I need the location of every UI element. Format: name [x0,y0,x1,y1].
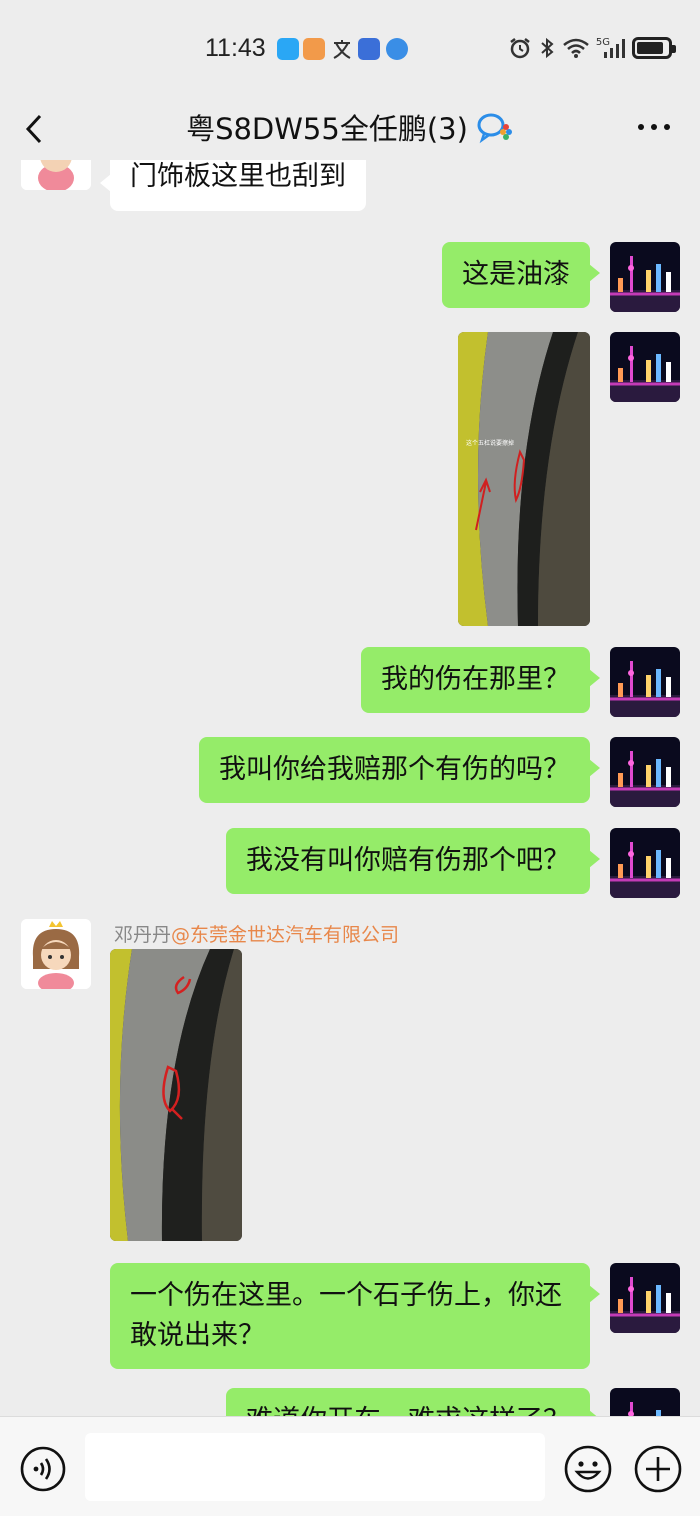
message-text: 我没有叫你赔有伤那个吧？ [246,845,570,876]
status-time: 11:43 [205,34,266,62]
more-dots-icon [638,124,670,130]
avatar-me[interactable] [610,242,680,312]
wecom-group-icon [477,113,512,144]
avatar-other[interactable] [21,919,91,989]
baidu-app-icon [358,38,380,60]
message-bubble[interactable]: 我的伤在那里？ [361,647,600,713]
search-app-icon [277,38,299,60]
avatar-other[interactable] [21,160,91,190]
browser-app-icon [386,38,408,60]
emoji-button[interactable] [564,1445,612,1493]
plus-icon [634,1445,682,1493]
input-bar [0,1416,700,1516]
avatar-me[interactable] [610,647,680,717]
message-bubble[interactable]: 一个伤在这里。一个石子伤上，你还敢说出来？ [110,1263,600,1369]
message-bubble[interactable]: 我叫你给我赔那个有伤的吗？ [199,737,600,803]
message-text: 一个伤在这里。一个石子伤上，你还敢说出来？ [130,1280,562,1351]
avatar-me[interactable] [610,1388,680,1416]
message-text: 难道你开车，难求这样了？ [246,1405,570,1416]
battery-icon [632,37,676,59]
message-bubble[interactable]: 这是油漆 [442,242,600,308]
avatar-me[interactable] [610,828,680,898]
alarm-icon [510,38,530,59]
wen-app-icon [331,38,353,60]
chat-title: 粤S8DW55全任鹏(3) [186,112,468,146]
avatar-me[interactable] [610,332,680,402]
emoji-icon [564,1445,612,1493]
avatar-me[interactable] [610,737,680,807]
voice-input-button[interactable] [20,1446,66,1492]
chat-header: 粤S8DW55全任鹏(3) [0,100,700,160]
more-functions-button[interactable] [634,1445,682,1493]
wifi-icon [563,38,589,58]
more-options-button[interactable] [634,112,674,142]
message-text: 这是油漆 [462,259,570,290]
bluetooth-icon [541,37,554,59]
message-image[interactable] [110,949,242,1241]
status-bar: 11:43 5G [0,0,700,100]
message-text: 我的伤在那里？ [381,664,570,695]
voice-icon [20,1446,66,1492]
message-bubble[interactable]: 我没有叫你赔有伤那个吧？ [226,828,600,894]
message-list[interactable]: 门饰板这里也刮到 这是油漆 这个五杠说要擦掉 我的伤在那里？ 我叫你给我赔那个有… [0,160,700,1416]
message-text: 门饰板这里也刮到 [130,161,346,192]
avatar-me[interactable] [610,1263,680,1333]
sender-line: 邓丹丹@东莞金世达汽车有限公司 [114,920,399,947]
message-input[interactable] [85,1433,545,1501]
message-image[interactable]: 这个五杠说要擦掉 [458,332,590,626]
message-bubble[interactable]: 难道你开车，难求这样了？ [226,1388,600,1416]
sender-mention[interactable]: @东莞金世达汽车有限公司 [171,924,399,946]
message-text: 我叫你给我赔那个有伤的吗？ [219,754,570,785]
image-caption: 这个五杠说要擦掉 [466,440,515,447]
sender-name: 邓丹丹 [114,924,172,946]
system-status-icons: 5G [508,36,676,60]
cartoon-app-icon [303,38,325,60]
message-bubble[interactable]: 门饰板这里也刮到 [100,160,366,211]
signal-icon [604,39,625,58]
